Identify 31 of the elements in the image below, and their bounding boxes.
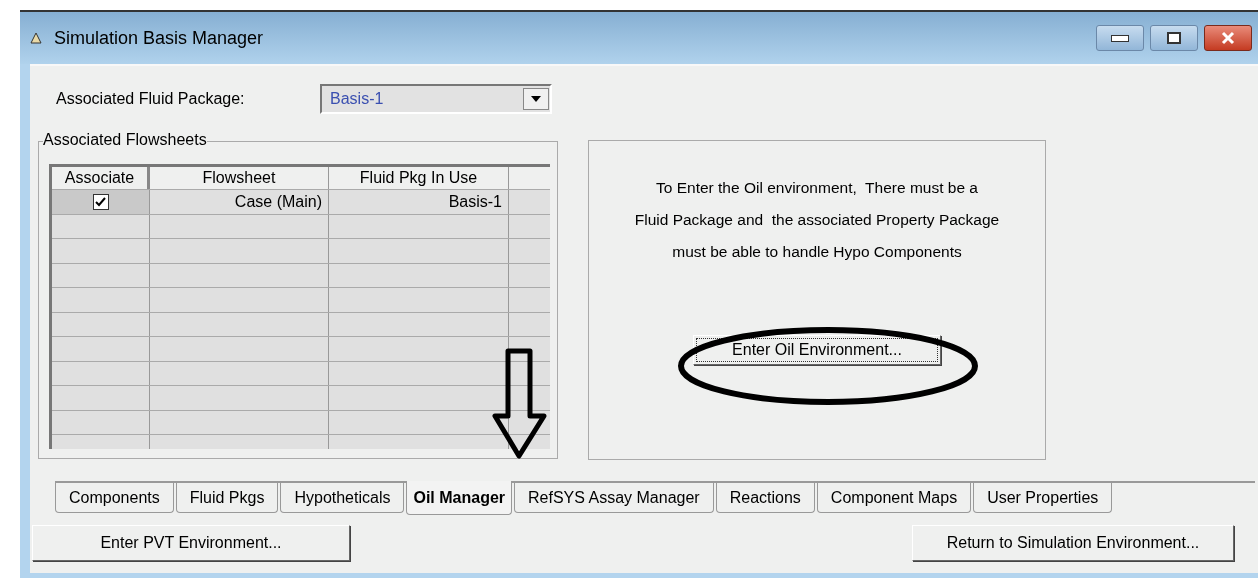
close-icon — [1219, 31, 1237, 45]
tab[interactable]: RefSYS Assay Manager — [514, 483, 714, 513]
enter-oil-environment-button[interactable]: Enter Oil Environment... — [693, 335, 941, 365]
tab[interactable]: User Properties — [973, 483, 1113, 513]
table-cell: Basis-1 — [329, 190, 509, 214]
tab[interactable]: Oil Manager — [406, 481, 513, 515]
tab[interactable]: Components — [55, 483, 174, 513]
column-header: Flowsheet — [150, 167, 329, 189]
fluid-package-label: Associated Fluid Package: — [56, 90, 246, 108]
column-header — [509, 167, 550, 189]
minimize-button[interactable] — [1096, 25, 1144, 51]
down-arrow-icon — [492, 348, 548, 460]
column-header: Associate — [52, 167, 150, 189]
message-line: To Enter the Oil environment, There must be a — [656, 179, 978, 197]
caret-icon — [531, 96, 541, 102]
maximize-button[interactable] — [1150, 25, 1198, 51]
table-cell: Case (Main) — [150, 190, 329, 214]
enter-pvt-button[interactable]: Enter PVT Environment... — [32, 525, 350, 561]
associate-checkbox[interactable] — [92, 193, 109, 210]
message-line: must be able to handle Hypo Components — [672, 243, 962, 261]
tab[interactable]: Fluid Pkgs — [175, 483, 279, 513]
tab[interactable]: Reactions — [715, 483, 815, 513]
app-icon — [30, 32, 42, 44]
message-line: Fluid Package and the associated Property Package — [634, 211, 1000, 229]
return-button[interactable]: Return to Simulation Environment... — [912, 525, 1234, 561]
tab[interactable]: Component Maps — [816, 483, 972, 513]
column-header: Fluid Pkg In Use — [329, 167, 509, 189]
fluid-package-dropdown[interactable]: Basis-1 — [320, 84, 552, 114]
tab[interactable]: Hypotheticals — [280, 483, 405, 513]
close-button[interactable] — [1204, 25, 1252, 51]
window-title: Simulation Basis Manager — [54, 27, 264, 49]
